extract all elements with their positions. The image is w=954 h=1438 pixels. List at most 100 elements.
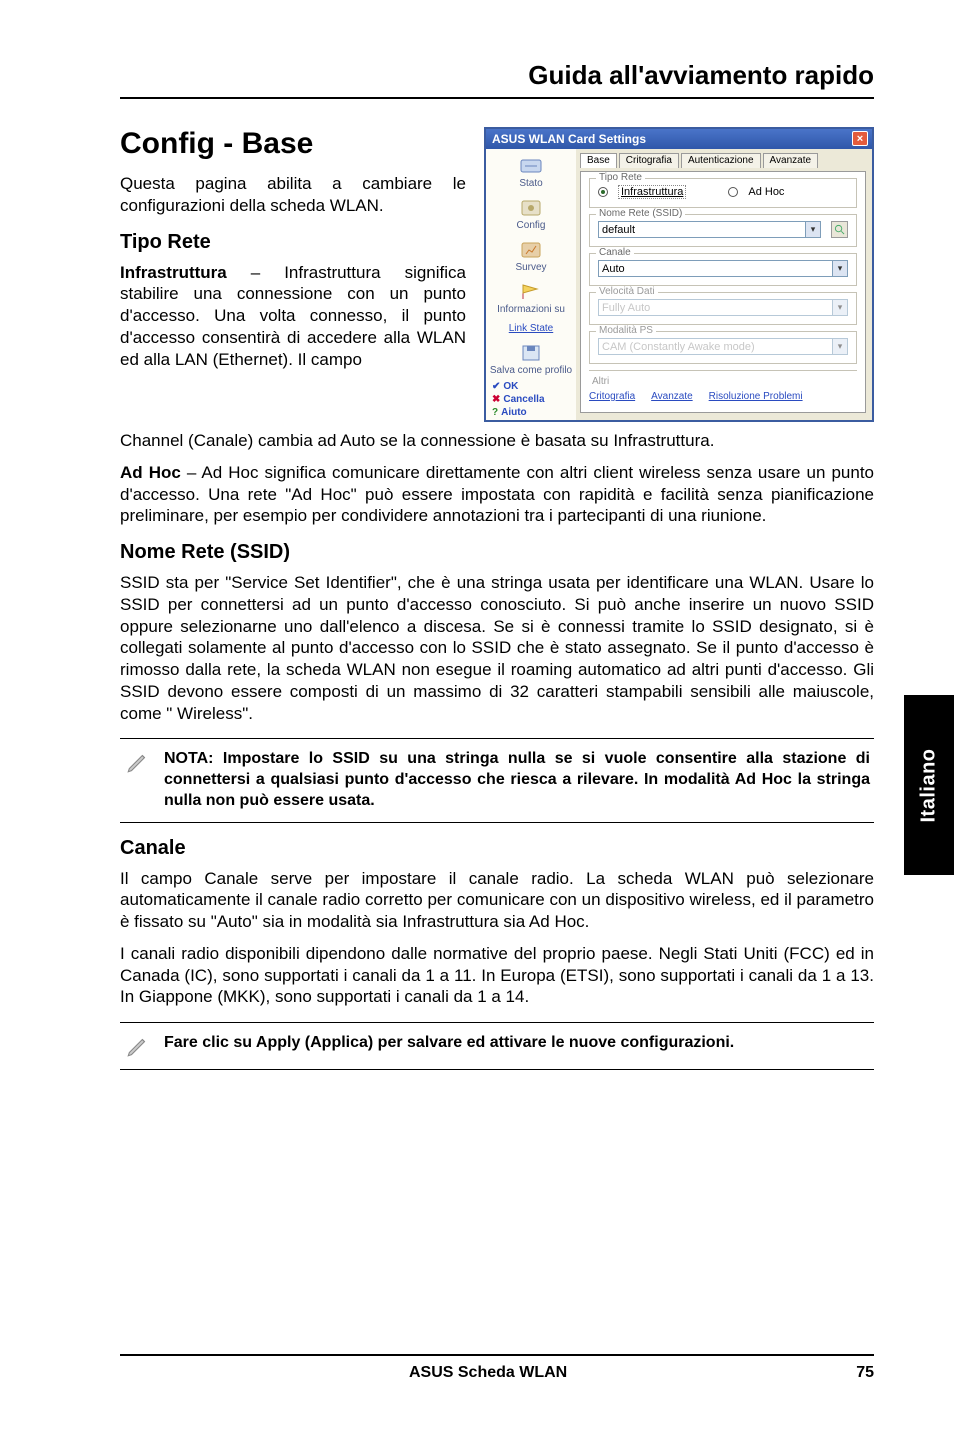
sidebar-item-survey[interactable]: Survey (488, 237, 574, 275)
ssid-dropdown[interactable]: default ▾ (598, 221, 821, 238)
sidebar-label-survey: Survey (515, 262, 546, 273)
sidebar-label-config: Config (517, 220, 546, 231)
dialog-buttons: ✔ OK ✖ Cancella ? Aiuto (486, 381, 576, 418)
ssid-search-button[interactable] (831, 221, 848, 238)
sidebar-item-save[interactable]: Salva come profilo (488, 340, 574, 378)
sidebar-item-link-state[interactable]: Link State (488, 321, 574, 336)
radio-row: Infrastruttura Ad Hoc (598, 185, 848, 199)
radio-infrastruttura[interactable] (598, 187, 608, 197)
group-nome-rete: Nome Rete (SSID) default ▾ (589, 214, 857, 247)
language-tab: Italiano (904, 695, 954, 875)
modalita-value: CAM (Constantly Awake mode) (602, 341, 755, 353)
screenshot-wrap: ASUS WLAN Card Settings × Stato Config (484, 127, 874, 422)
adhoc-label: Ad Hoc (120, 463, 181, 482)
cancel-button[interactable]: ✖ Cancella (492, 394, 545, 405)
velocita-dropdown[interactable]: Fully Auto ▾ (598, 299, 848, 316)
page-header-title: Guida all'avviamento rapido (528, 60, 874, 91)
other-buttons-row: Critografia Avanzate Risoluzione Problem… (589, 387, 857, 402)
group-label-velocita: Velocità Dati (596, 286, 658, 297)
header-bar: Guida all'avviamento rapido (120, 60, 874, 99)
note-2-text: Fare clic su Apply (Applica) per salvare… (164, 1033, 734, 1054)
ssid-value: default (602, 224, 635, 236)
flag-icon (518, 281, 544, 303)
tab-avanzate[interactable]: Avanzate (763, 153, 819, 168)
help-button[interactable]: ? Aiuto (492, 407, 527, 418)
language-tab-label: Italiano (918, 748, 941, 822)
ssid-heading: Nome Rete (SSID) (120, 541, 874, 564)
link-critografia[interactable]: Critografia (589, 391, 635, 402)
link-avanzate[interactable]: Avanzate (651, 391, 693, 402)
window-body: Stato Config Survey (486, 149, 872, 420)
infra-label: Infrastruttura (120, 263, 227, 282)
note-1-text: NOTA: Impostare lo SSID su una stringa n… (164, 749, 870, 811)
sidebar-label-save: Salva come profilo (490, 365, 572, 376)
group-label-canale: Canale (596, 247, 634, 258)
sidebar-item-config[interactable]: Config (488, 195, 574, 233)
group-label-tipo-rete: Tipo Rete (596, 172, 645, 183)
intro-left: Config - Base Questa pagina abilita a ca… (120, 127, 466, 422)
modalita-dropdown[interactable]: CAM (Constantly Awake mode) ▾ (598, 338, 848, 355)
chevron-down-icon: ▾ (832, 261, 847, 276)
note-block-2: Fare clic su Apply (Applica) per salvare… (120, 1022, 874, 1070)
group-altri: Altri Critografia Avanzate Risoluzione P… (589, 370, 857, 402)
group-label-modalita: Modalità PS (596, 325, 656, 336)
settings-window: ASUS WLAN Card Settings × Stato Config (484, 127, 874, 422)
canale-heading: Canale (120, 837, 874, 860)
canale-dropdown[interactable]: Auto ▾ (598, 260, 848, 277)
sidebar-item-info[interactable]: Informazioni su (488, 279, 574, 317)
radio-adhoc[interactable] (728, 187, 738, 197)
page: Italiano Guida all'avviamento rapido Con… (0, 0, 954, 1438)
radio-label-infrastruttura: Infrastruttura (618, 185, 686, 199)
link-problemi[interactable]: Risoluzione Problemi (709, 391, 803, 402)
chevron-down-icon: ▾ (832, 300, 847, 315)
intro-row: Config - Base Questa pagina abilita a ca… (120, 127, 874, 422)
infra-paragraph: Infrastruttura – Infrastruttura signific… (120, 262, 466, 371)
velocita-value: Fully Auto (602, 302, 650, 314)
tab-critografia[interactable]: Critografia (619, 153, 679, 168)
pencil-icon (124, 1033, 152, 1059)
close-button[interactable]: × (852, 131, 868, 146)
tabs-row: Base Critografia Autenticazione Avanzate (580, 153, 866, 168)
page-footer: ASUS Scheda WLAN 75 (120, 1354, 874, 1382)
ssid-row: default ▾ (598, 221, 848, 238)
pencil-icon (124, 749, 152, 775)
sidebar-item-stato[interactable]: Stato (488, 153, 574, 191)
group-canale: Canale Auto ▾ (589, 253, 857, 286)
window-titlebar: ASUS WLAN Card Settings × (486, 129, 872, 149)
ok-button[interactable]: ✔ OK (492, 381, 518, 392)
section-title: Config - Base (120, 127, 466, 161)
infra-dash: – (227, 263, 284, 282)
group-label-altri: Altri (589, 376, 612, 387)
tab-base[interactable]: Base (580, 153, 617, 168)
note-block-1: NOTA: Impostare lo SSID su una stringa n… (120, 738, 874, 822)
sidebar-label-stato: Stato (519, 178, 542, 189)
intro-paragraph: Questa pagina abilita a cambiare le conf… (120, 173, 466, 217)
save-icon (518, 342, 544, 364)
config-icon (518, 197, 544, 219)
canale-value: Auto (602, 263, 625, 275)
group-velocita: Velocità Dati Fully Auto ▾ (589, 292, 857, 325)
chevron-down-icon: ▾ (832, 339, 847, 354)
radio-label-adhoc: Ad Hoc (748, 186, 784, 198)
footer-title: ASUS Scheda WLAN (120, 1364, 856, 1382)
channel-line: Channel (Canale) cambia ad Auto se la co… (120, 430, 874, 452)
adhoc-text: – Ad Hoc significa comunicare direttamen… (120, 463, 874, 526)
chevron-down-icon: ▾ (805, 222, 820, 237)
content: Guida all'avviamento rapido Config - Bas… (120, 60, 874, 1204)
tab-autenticazione[interactable]: Autenticazione (681, 153, 761, 168)
status-icon (518, 155, 544, 177)
canale-paragraph-2: I canali radio disponibili dipendono dal… (120, 943, 874, 1008)
group-modalita: Modalità PS CAM (Constantly Awake mode) … (589, 331, 857, 364)
sidebar-label-link: Link State (509, 323, 553, 334)
tipo-rete-heading: Tipo Rete (120, 231, 466, 254)
window-main: Base Critografia Autenticazione Avanzate… (576, 149, 872, 420)
ssid-paragraph: SSID sta per "Service Set Identifier", c… (120, 572, 874, 724)
footer-page-number: 75 (856, 1364, 874, 1382)
canale-paragraph-1: Il campo Canale serve per impostare il c… (120, 868, 874, 933)
adhoc-paragraph: Ad Hoc – Ad Hoc significa comunicare dir… (120, 462, 874, 527)
group-tipo-rete: Tipo Rete Infrastruttura Ad Hoc (589, 178, 857, 208)
group-label-nome-rete: Nome Rete (SSID) (596, 208, 685, 219)
panel-base: Tipo Rete Infrastruttura Ad Hoc (580, 171, 866, 413)
survey-icon (518, 239, 544, 261)
window-sidebar: Stato Config Survey (486, 149, 576, 420)
